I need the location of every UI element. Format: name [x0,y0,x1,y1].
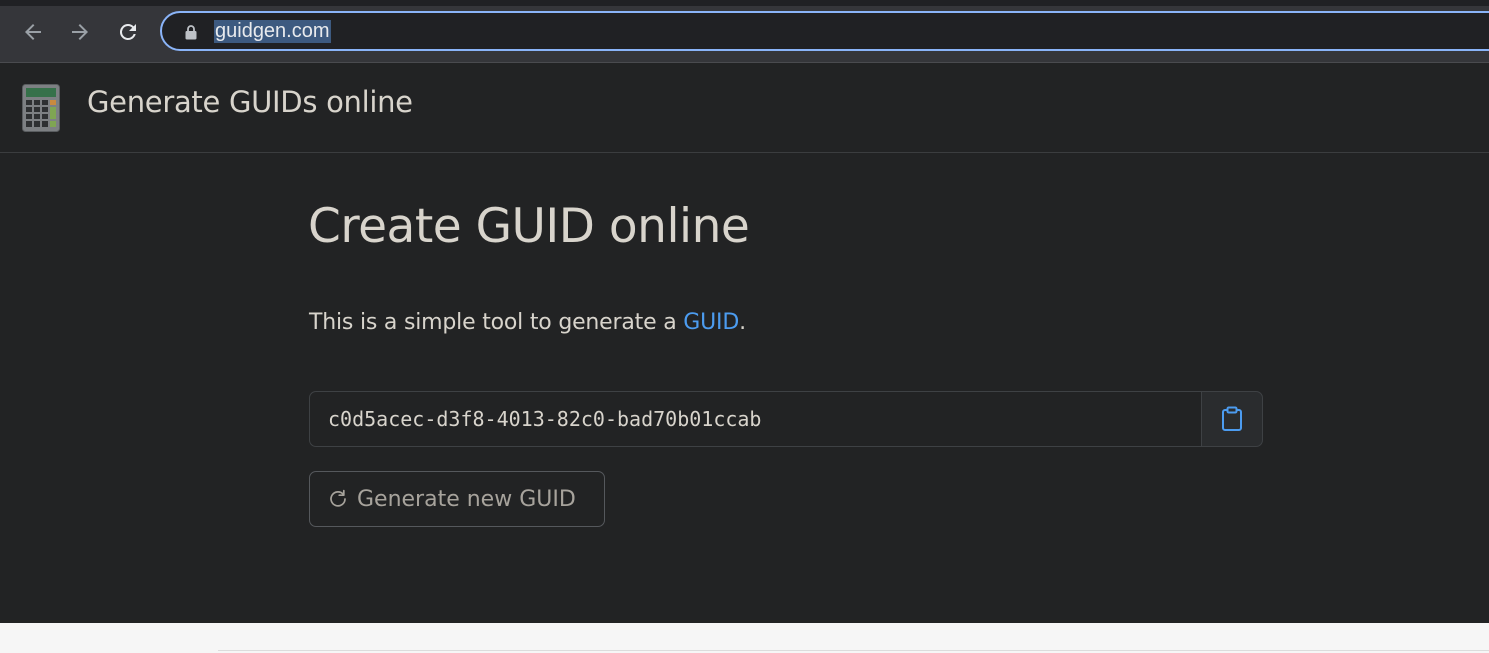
intro-paragraph: This is a simple tool to generate a GUID… [309,310,746,335]
site-header: Generate GUIDs online [0,63,1489,153]
generate-button-label: Generate new GUID [357,486,576,512]
site-title[interactable]: Generate GUIDs online [87,85,413,119]
address-bar[interactable]: guidgen.com [160,11,1489,51]
back-arrow-icon [25,24,41,40]
guid-field[interactable] [309,391,1201,447]
back-button[interactable] [17,16,49,48]
page-content: Generate GUIDs online Create GUID online… [0,63,1489,623]
intro-suffix: . [739,310,746,335]
refresh-icon [328,489,348,509]
calculator-icon[interactable] [22,84,60,132]
reload-button[interactable] [112,16,144,48]
lock-icon[interactable] [184,24,198,40]
reload-icon [119,23,136,40]
page-title: Create GUID online [308,199,750,254]
page-below-fold [0,623,1489,653]
tab-strip [0,0,1489,6]
divider [218,650,1489,651]
guid-input-group [309,391,1263,447]
guid-link[interactable]: GUID [683,310,739,335]
browser-toolbar: guidgen.com [0,0,1489,63]
clipboard-icon [1222,406,1242,431]
generate-guid-button[interactable]: Generate new GUID [309,471,605,527]
forward-button[interactable] [64,16,96,48]
intro-text: This is a simple tool to generate a [309,310,684,335]
url-text[interactable]: guidgen.com [214,20,331,43]
copy-button[interactable] [1201,391,1263,447]
forward-arrow-icon [72,24,88,40]
